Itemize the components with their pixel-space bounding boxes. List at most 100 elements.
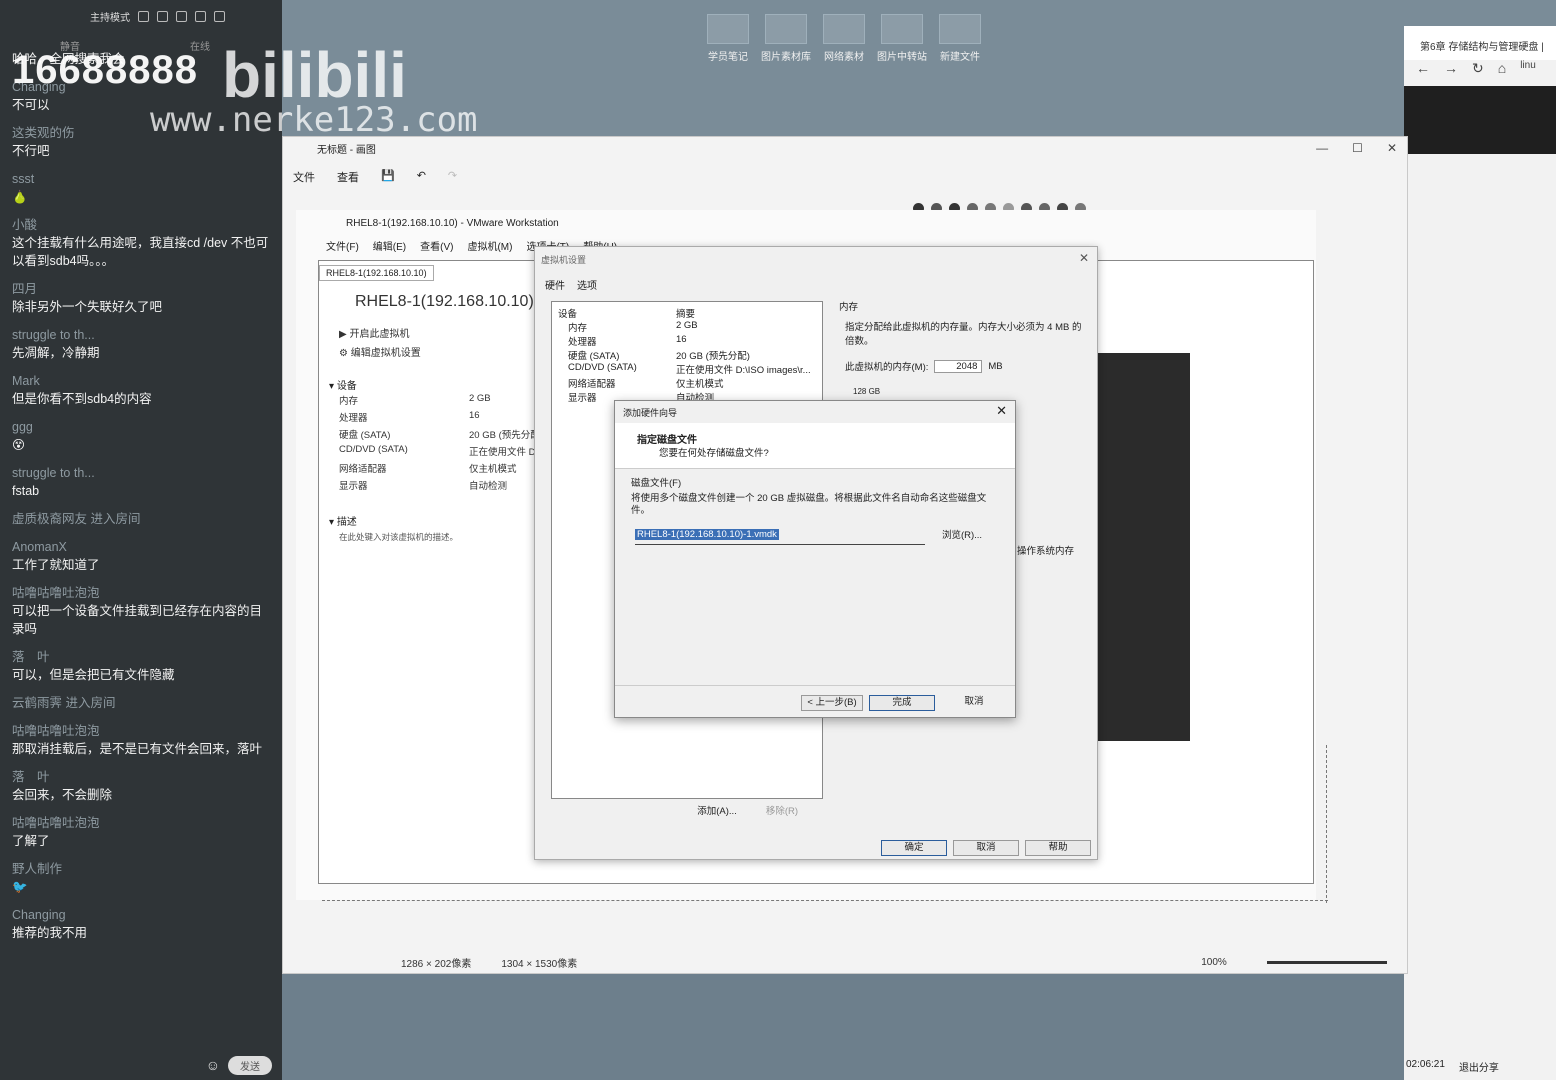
cancel-button[interactable]: 取消: [953, 840, 1019, 856]
message-text: 除非另外一个失联好久了吧: [12, 300, 163, 314]
message-author[interactable]: ssst: [12, 170, 272, 188]
message-author[interactable]: 云鹤雨霁 进入房间: [12, 694, 272, 712]
disk-file-input[interactable]: RHEL8-1(192.168.10.10)-1.vmdk: [635, 529, 925, 545]
remove-hardware-button: 移除(R): [765, 806, 799, 817]
message-author[interactable]: 落 叶: [12, 768, 272, 786]
message-text: 不行吧: [12, 144, 50, 158]
message-author[interactable]: 咕噜咕噜吐泡泡: [12, 722, 272, 740]
wizard-title: 添加硬件向导: [623, 408, 678, 418]
menu-view[interactable]: 查看: [337, 169, 359, 185]
hardware-row-name[interactable]: 网络适配器: [568, 376, 616, 390]
edit-settings-link[interactable]: ⚙ 编辑虚拟机设置: [339, 344, 421, 359]
cancel-button[interactable]: 取消: [941, 695, 1007, 709]
hardware-row-name[interactable]: 显示器: [568, 390, 597, 404]
ok-button[interactable]: 确定: [881, 840, 947, 856]
home-icon[interactable]: ⌂: [1498, 60, 1506, 82]
back-button[interactable]: < 上一步(B): [801, 695, 863, 711]
reload-icon[interactable]: ↻: [1472, 60, 1484, 82]
desktop-icon-1[interactable]: 学员笔记: [702, 14, 754, 63]
desktop-icon-4[interactable]: 图片中转站: [876, 14, 928, 63]
power-on-label: 开启此虚拟机: [349, 329, 410, 340]
url-bar[interactable]: linu: [1520, 60, 1536, 82]
desktop-icon-2[interactable]: 图片素材库: [760, 14, 812, 63]
message-author[interactable]: 小酸: [12, 216, 272, 234]
devices-header[interactable]: ▾ 设备: [329, 377, 357, 392]
vm-device-name[interactable]: 显示器: [339, 478, 368, 492]
stop-share-button[interactable]: 退出分享: [1459, 1059, 1499, 1074]
vm-tab[interactable]: RHEL8-1(192.168.10.10): [319, 265, 434, 281]
back-icon[interactable]: ←: [1416, 60, 1430, 82]
message-author[interactable]: struggle to th...: [12, 326, 272, 344]
chat-message: 咕噜咕噜吐泡泡 那取消挂载后，是不是已有文件会回来，落叶: [12, 722, 272, 758]
tab-options[interactable]: 选项: [577, 277, 597, 292]
finish-button[interactable]: 完成: [869, 695, 935, 711]
desktop-icon-3[interactable]: 网络素材: [818, 14, 870, 63]
message-author[interactable]: 虚质极裔网友 进入房间: [12, 510, 272, 528]
close-icon[interactable]: ✕: [1079, 251, 1089, 265]
memory-input[interactable]: 2048: [934, 359, 983, 373]
help-button[interactable]: 帮助: [1025, 840, 1091, 856]
vm-device-value: 16: [469, 410, 480, 421]
browser-tab[interactable]: 第6章 存储结构与管理硬盘 |: [1404, 26, 1556, 60]
save-icon[interactable]: 💾: [381, 169, 395, 185]
tab-hardware[interactable]: 硬件: [545, 277, 565, 292]
message-text: 可以把一个设备文件挂载到已经存在内容的目录吗: [12, 604, 263, 636]
vm-menu-edit[interactable]: 编辑(E): [373, 238, 406, 253]
menu-icon[interactable]: [176, 10, 187, 22]
vm-menu-vm[interactable]: 虚拟机(M): [467, 238, 512, 253]
message-author[interactable]: Mark: [12, 372, 272, 390]
disk-file-label: 磁盘文件(F): [631, 478, 682, 489]
hardware-row-name[interactable]: 内存: [568, 320, 587, 334]
vm-device-name[interactable]: 内存: [339, 393, 358, 407]
chat-message: struggle to th... fstab: [12, 464, 272, 500]
chat-message: 虚质极裔网友 进入房间: [12, 510, 272, 528]
vm-device-name[interactable]: 硬盘 (SATA): [339, 427, 390, 441]
message-author[interactable]: struggle to th...: [12, 464, 272, 482]
vm-device-name[interactable]: 处理器: [339, 410, 368, 424]
close-icon[interactable]: [214, 10, 225, 22]
folder-icon: [823, 14, 865, 44]
hardware-row-summary: 16: [676, 334, 687, 345]
message-author[interactable]: 咕噜咕噜吐泡泡: [12, 814, 272, 832]
maximize-button[interactable]: ☐: [1352, 141, 1363, 155]
vm-menu-file[interactable]: 文件(F): [326, 238, 359, 253]
add-hardware-button[interactable]: 添加(A)...: [685, 805, 749, 819]
redo-icon[interactable]: ↷: [448, 169, 457, 185]
emoji-icon[interactable]: ☺: [206, 1057, 220, 1073]
minimize-button[interactable]: —: [1316, 141, 1328, 155]
power-on-link[interactable]: ▶ 开启此虚拟机: [339, 325, 421, 340]
send-button[interactable]: 发送: [228, 1055, 272, 1075]
browse-button[interactable]: 浏览(R)...: [931, 529, 993, 543]
chat-message: 四月除非另外一个失联好久了吧: [12, 280, 272, 316]
message-author[interactable]: AnomanX: [12, 538, 272, 556]
close-button[interactable]: ✕: [1387, 141, 1397, 155]
message-author[interactable]: Changing: [12, 906, 272, 924]
hardware-row-name[interactable]: CD/DVD (SATA): [568, 362, 637, 373]
message-author[interactable]: 咕噜咕噜吐泡泡: [12, 584, 272, 602]
message-author[interactable]: 四月: [12, 280, 272, 298]
memory-title: 内存: [839, 302, 859, 313]
edit-icon[interactable]: [157, 10, 168, 22]
vm-device-name[interactable]: 网络适配器: [339, 461, 387, 475]
hardware-row-name[interactable]: 处理器: [568, 334, 597, 348]
watermark-number: 16688888: [12, 48, 198, 92]
vm-device-name[interactable]: CD/DVD (SATA): [339, 444, 408, 455]
canvas-size: 1304 × 1530像素: [501, 958, 578, 970]
vm-menu-view[interactable]: 查看(V): [420, 238, 453, 253]
memory-row: 此虚拟机的内存(M): 2048 MB: [839, 359, 1089, 373]
undo-icon[interactable]: ↶: [417, 169, 426, 185]
desktop-icon-5[interactable]: 新建文件: [934, 14, 986, 63]
menu-file[interactable]: 文件: [293, 169, 315, 185]
message-author[interactable]: ggg: [12, 418, 272, 436]
minimize-icon[interactable]: [195, 10, 206, 22]
message-author[interactable]: 野人制作: [12, 860, 272, 878]
message-author[interactable]: 落 叶: [12, 648, 272, 666]
zoom-slider[interactable]: [1266, 960, 1387, 964]
hardware-row-summary: 20 GB (预先分配): [676, 351, 750, 362]
desc-header[interactable]: ▾ 描述: [329, 513, 357, 528]
settings-icon[interactable]: [138, 10, 149, 22]
forward-icon[interactable]: →: [1444, 60, 1458, 82]
close-icon[interactable]: ✕: [996, 403, 1007, 419]
hardware-row-name[interactable]: 硬盘 (SATA): [568, 348, 619, 362]
edit-settings-label: 编辑虚拟机设置: [350, 348, 421, 359]
